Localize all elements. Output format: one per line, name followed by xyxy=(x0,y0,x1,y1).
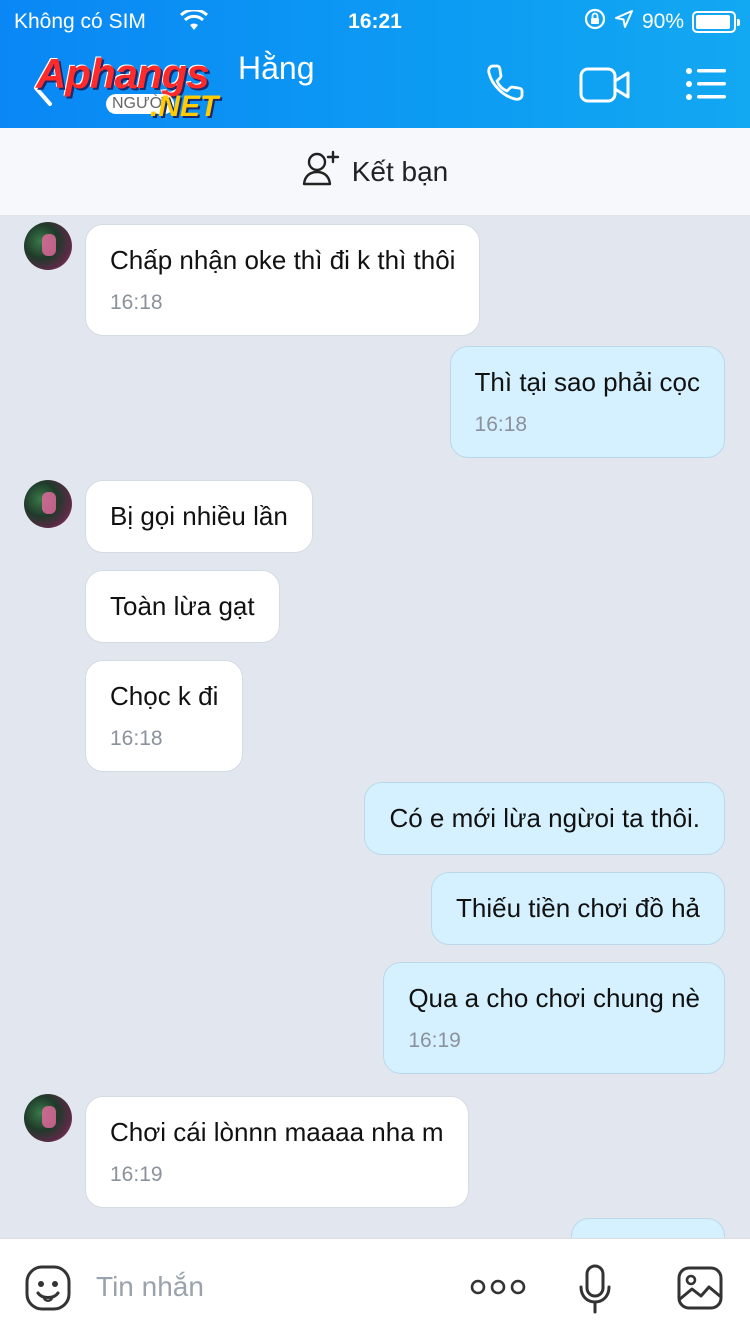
message-text: Chấp nhận oke thì đi k thì thôi xyxy=(110,245,456,275)
message-composer: Tin nhắn xyxy=(0,1238,750,1334)
message-text: Toàn lừa gạt xyxy=(110,591,255,621)
battery-percent: 90% xyxy=(641,10,684,33)
orientation-lock-icon xyxy=(584,8,606,36)
message-input[interactable]: Tin nhắn xyxy=(96,1271,204,1303)
emoji-icon[interactable] xyxy=(24,1264,72,1317)
message-time: 16:18 xyxy=(110,291,163,315)
video-call-icon[interactable] xyxy=(578,66,632,109)
message-text: Chọc k đi xyxy=(110,681,219,711)
contact-avatar[interactable] xyxy=(24,222,72,270)
message-text: Chơi cái lònnn maaaa nha m xyxy=(110,1117,444,1147)
message-bubble[interactable]: Thì tại sao phải cọc 16:18 xyxy=(449,346,725,459)
message-text: Thì tại sao phải cọc xyxy=(474,367,700,397)
status-bar: Không có SIM 16:21 90% xyxy=(0,8,750,36)
watermark-logo: Aphangs NGƯỜI .NET xyxy=(36,50,266,130)
message-bubble[interactable]: Qua a cho chơi chung nè 16:19 xyxy=(383,962,725,1075)
message-time: 16:18 xyxy=(474,413,528,437)
message-bubble[interactable]: Có e mới lừa ngừoi ta thôi. xyxy=(364,782,725,856)
message-text: Bị gọi nhiều lần xyxy=(110,501,288,531)
message-time: 16:19 xyxy=(408,1029,461,1053)
message-time: 16:19 xyxy=(110,1163,163,1187)
message-bubble[interactable]: Chọc k đi 16:18 xyxy=(85,660,244,773)
menu-icon[interactable] xyxy=(684,66,728,107)
contact-avatar[interactable] xyxy=(24,1094,72,1142)
message-text: Có e mới lừa ngừoi ta thôi. xyxy=(389,803,700,833)
add-friend-label: Kết bạn xyxy=(351,155,449,187)
message-text: Thiếu tiền chơi đồ hả xyxy=(456,893,700,923)
add-friend-icon xyxy=(302,150,340,193)
battery-icon xyxy=(692,11,740,33)
chat-header: Không có SIM 16:21 90% Hằng Aphangs NGƯỜ… xyxy=(0,0,750,128)
message-bubble[interactable]: Thiếu tiền chơi đồ hả xyxy=(431,872,725,946)
message-text: Qua a cho chơi chung nè xyxy=(408,983,700,1013)
message-bubble[interactable]: Bị gọi nhiều lần xyxy=(85,480,313,554)
phone-icon[interactable] xyxy=(484,62,526,109)
add-friend-bar[interactable]: Kết bạn xyxy=(0,128,750,216)
more-icon[interactable] xyxy=(470,1277,526,1302)
image-icon[interactable] xyxy=(676,1265,724,1316)
watermark-domain: .NET xyxy=(150,90,219,123)
message-list[interactable]: Chấp nhận oke thì đi k thì thôi 16:18 Th… xyxy=(0,216,750,1238)
message-bubble[interactable]: Toàn lừa gạt xyxy=(85,570,280,644)
microphone-icon[interactable] xyxy=(578,1263,612,1320)
location-icon xyxy=(614,9,634,35)
message-time: 16:18 xyxy=(110,727,163,751)
message-bubble[interactable]: Chơi cái lònnn maaaa nha m 16:19 xyxy=(85,1096,469,1209)
message-bubble[interactable]: Chấp nhận oke thì đi k thì thôi 16:18 xyxy=(85,224,481,337)
message-bubble-partial[interactable] xyxy=(571,1218,725,1238)
contact-avatar[interactable] xyxy=(24,480,72,528)
